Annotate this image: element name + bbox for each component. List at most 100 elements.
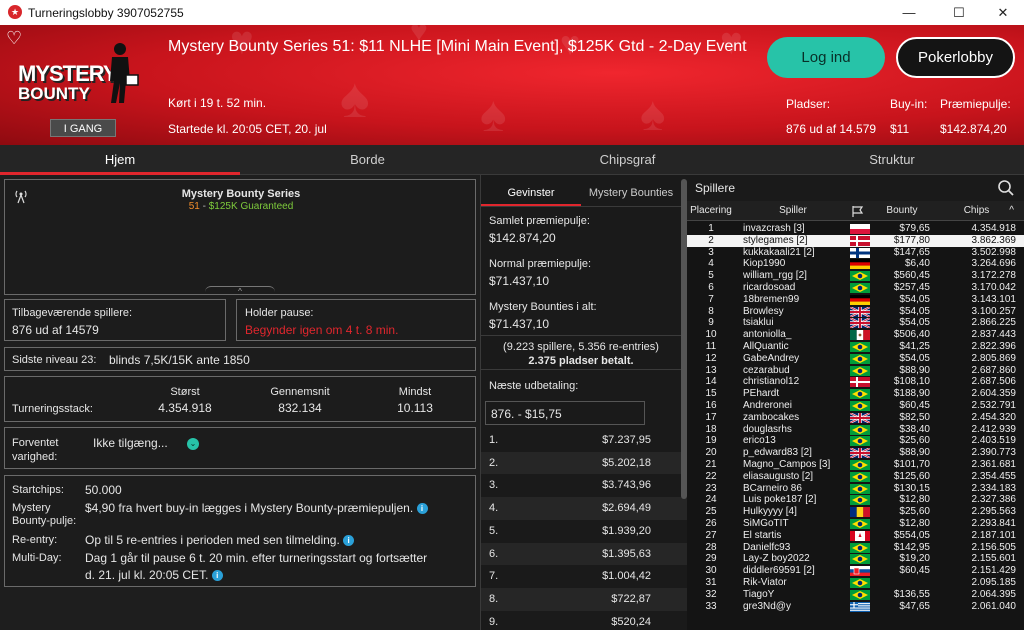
search-icon[interactable] [997, 179, 1015, 197]
player-row[interactable]: 9 tsiaklui $54,05 2.866.225 [687, 317, 1024, 329]
flag-column-icon[interactable] [851, 205, 865, 218]
player-row[interactable]: 33 gre3Nd@y $47,65 2.061.040 [687, 601, 1024, 613]
player-name: kukkakaali21 [2] [743, 246, 815, 258]
player-row[interactable]: 23 BCarneiro 86 $130,15 2.334.183 [687, 483, 1024, 495]
tab-winners[interactable]: Gevinster [481, 180, 581, 206]
player-row[interactable]: 5 william_rgg [2] $560,45 3.172.278 [687, 270, 1024, 282]
col-chips[interactable]: Chips ^ [937, 201, 1016, 221]
player-chips: 3.100.257 [971, 305, 1017, 317]
player-placement: 20 [705, 447, 717, 459]
player-row[interactable]: 21 Magno_Campos [3] $101,70 2.361.681 [687, 459, 1024, 471]
player-row[interactable]: 17 zambocakes $82,50 2.454.320 [687, 412, 1024, 424]
col-chips-label: Chips [963, 205, 990, 216]
chevron-down-icon[interactable]: ⌄ [187, 438, 199, 450]
player-row[interactable]: 29 Lay-Z boy2022 $19,20 2.155.601 [687, 553, 1024, 565]
country-flag-icon [850, 401, 870, 411]
player-bounty: $19,20 [899, 553, 930, 565]
smallest-value: 10.113 [397, 401, 433, 415]
col-placement[interactable]: Placering [687, 201, 735, 221]
player-name: Hulkyyyy [4] [743, 506, 797, 518]
col-player[interactable]: Spiller [743, 201, 843, 221]
player-row[interactable]: 31 Rik-Viator 2.095.185 [687, 577, 1024, 589]
normal-pool-label: Normal præmiepulje: [489, 258, 592, 270]
player-bounty: $147,65 [893, 246, 930, 258]
reentry-value: Op til 5 re-entries i perioden med sen t… [85, 533, 355, 547]
player-placement: 22 [705, 470, 717, 482]
info-icon[interactable]: i [343, 535, 355, 547]
player-chips: 3.172.278 [971, 270, 1017, 282]
player-row[interactable]: 2 stylegames [2] $177,80 3.862.369 [687, 234, 1024, 247]
country-flag-icon [850, 578, 870, 588]
tab-structure[interactable]: Struktur [760, 145, 1024, 175]
player-row[interactable]: 32 TiagoY $136,55 2.064.395 [687, 589, 1024, 601]
player-row[interactable]: 11 AllQuantic $41,25 2.822.396 [687, 341, 1024, 353]
player-chips: 2.805.869 [971, 352, 1017, 364]
prize-pool-label: Præmiepulje: [940, 97, 1011, 111]
player-bounty: $47,65 [899, 600, 930, 612]
player-row[interactable]: 28 Danielfc93 $142,95 2.156.505 [687, 542, 1024, 554]
player-row[interactable]: 19 erico13 $25,60 2.403.519 [687, 435, 1024, 447]
player-row[interactable]: 16 Andreronei $60,45 2.532.791 [687, 400, 1024, 412]
player-row[interactable]: 25 Hulkyyyy [4] $25,60 2.295.563 [687, 506, 1024, 518]
payout-place: 8. [489, 592, 499, 605]
tab-chip-graph[interactable]: Chipsgraf [495, 145, 760, 175]
player-row[interactable]: 4 Kiop1990 $6,40 3.264.696 [687, 258, 1024, 270]
maximize-button[interactable]: ☐ [936, 0, 982, 25]
player-row[interactable]: 22 eliasaugusto [2] $125,60 2.354.455 [687, 471, 1024, 483]
player-row[interactable]: 8 Browlesy $54,05 3.100.257 [687, 306, 1024, 318]
entries-summary: (9.223 spillere, 5.356 re-entries) [503, 341, 659, 353]
next-payout-value: 876. - $15,75 [485, 401, 645, 425]
player-name: Browlesy [743, 305, 784, 317]
player-placement: 18 [705, 423, 717, 435]
player-row[interactable]: 13 cezarabud $88,90 2.687.860 [687, 365, 1024, 377]
player-placement: 5 [708, 270, 714, 282]
player-row[interactable]: 14 christianol12 $108,10 2.687.506 [687, 376, 1024, 388]
player-bounty: $88,90 [899, 364, 930, 376]
collapse-chevron-icon[interactable]: ^ [205, 286, 275, 296]
minimize-button[interactable]: — [886, 0, 932, 25]
player-row[interactable]: 6 ricardosoad $257,45 3.170.042 [687, 282, 1024, 294]
player-row[interactable]: 30 diddler69591 [2] $60,45 2.151.429 [687, 565, 1024, 577]
tab-tables[interactable]: Borde [240, 145, 495, 175]
player-row[interactable]: 10 antoniolla_ $506,40 2.837.443 [687, 329, 1024, 341]
info-icon[interactable]: i [416, 503, 428, 515]
login-button[interactable]: Log ind [767, 37, 885, 78]
tab-home[interactable]: Hjem [0, 145, 240, 175]
player-placement: 17 [705, 411, 717, 423]
player-name: BCarneiro 86 [743, 482, 802, 494]
players-table: 1 invazcrash [3] $79,65 4.354.918 2 stylegame… [687, 223, 1024, 630]
player-placement: 9 [708, 317, 714, 329]
player-chips: 2.837.443 [971, 329, 1017, 341]
player-row[interactable]: 24 Luis poke187 [2] $12,80 2.327.386 [687, 494, 1024, 506]
tab-mystery-bounties[interactable]: Mystery Bounties [581, 180, 681, 206]
player-row[interactable]: 20 p_edward83 [2] $88,90 2.390.773 [687, 447, 1024, 459]
player-row[interactable]: 3 kukkakaali21 [2] $147,65 3.502.998 [687, 247, 1024, 259]
player-row[interactable]: 18 douglasrhs $38,40 2.412.939 [687, 424, 1024, 436]
close-button[interactable]: ✕ [980, 0, 1024, 25]
average-value: 832.134 [278, 401, 322, 415]
player-name: eliasaugusto [2] [743, 470, 814, 482]
status-badge: I GANG [50, 119, 116, 137]
player-row[interactable]: 7 18bremen99 $54,05 3.143.101 [687, 294, 1024, 306]
player-row[interactable]: 1 invazcrash [3] $79,65 4.354.918 [687, 223, 1024, 235]
spade-decoration: ♠ [340, 66, 370, 129]
info-icon[interactable]: i [211, 570, 223, 582]
player-chips: 2.064.395 [971, 588, 1017, 600]
player-bounty: $108,10 [893, 376, 930, 388]
player-placement: 26 [705, 518, 717, 529]
country-flag-icon [850, 542, 870, 553]
player-row[interactable]: 12 GabeAndrey $54,05 2.805.869 [687, 353, 1024, 365]
favorite-heart-icon[interactable]: ♡ [6, 28, 22, 49]
player-bounty: $54,05 [899, 305, 930, 317]
multiday-label: Multi-Day: [12, 552, 62, 564]
duration-value: Ikke tilgæng... [93, 436, 168, 450]
player-row[interactable]: 27 El startis $554,05 2.187.101 [687, 530, 1024, 542]
player-row[interactable]: 15 PEhardt $188,90 2.604.359 [687, 388, 1024, 400]
player-placement: 29 [705, 553, 717, 565]
payout-row: 5. $1.939,20 [481, 520, 687, 543]
paid-places: 2.375 pladser betalt. [528, 355, 634, 367]
player-bounty: $6,40 [904, 258, 930, 270]
col-bounty[interactable]: Bounty [874, 201, 930, 221]
player-row[interactable]: 26 SiMGoTIT $12,80 2.293.841 [687, 518, 1024, 530]
poker-lobby-button[interactable]: Pokerlobby [896, 37, 1015, 78]
